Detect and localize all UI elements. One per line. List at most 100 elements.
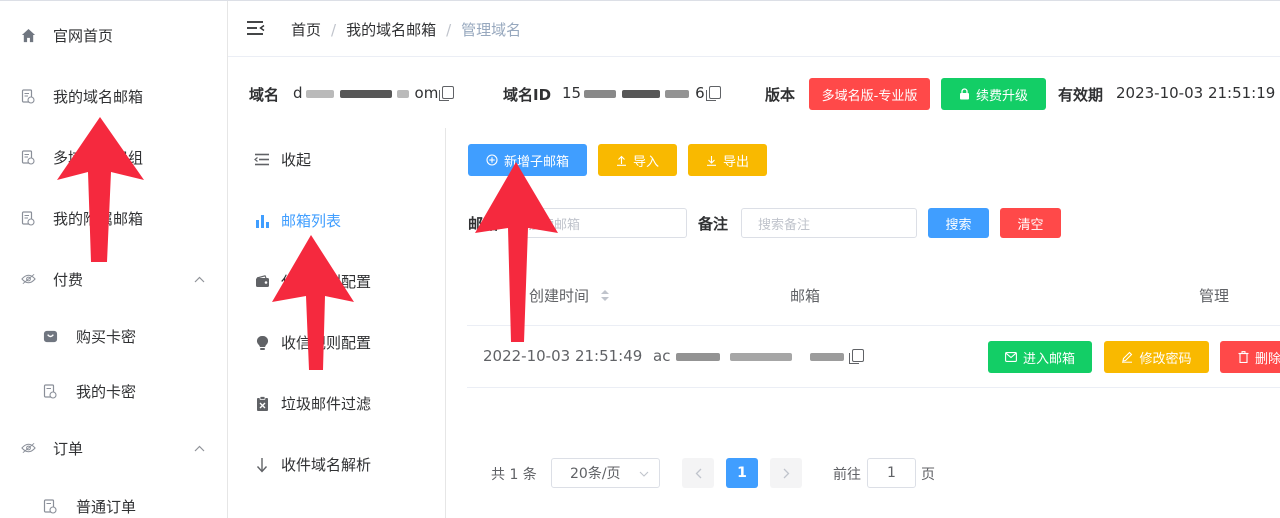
- domain-id-end: 6: [695, 84, 705, 102]
- copy-icon[interactable]: [705, 86, 721, 101]
- redacted-text: [665, 89, 690, 98]
- email-cell: ac: [653, 347, 865, 365]
- copy-icon[interactable]: [439, 86, 455, 101]
- enter-mailbox-button[interactable]: 进入邮箱: [988, 341, 1092, 373]
- bulb-icon: [254, 335, 270, 351]
- sidebar-item-normal-orders[interactable]: 普通订单: [0, 486, 227, 518]
- delete-label: 删除: [1255, 351, 1280, 367]
- chevron-up-icon: [194, 442, 205, 455]
- submenu-mailbox-list[interactable]: 邮箱列表: [228, 190, 445, 251]
- redacted-text: [305, 89, 334, 98]
- email-search-placeholder: 搜索邮箱: [528, 217, 581, 233]
- submenu-spam-filter[interactable]: 垃圾邮件过滤: [228, 373, 445, 434]
- domain-value-end: om: [414, 84, 439, 102]
- export-button[interactable]: 导出: [688, 144, 767, 176]
- sort-icon: [600, 290, 609, 301]
- sidebar-item-attached-mail[interactable]: 我的附属邮箱: [0, 198, 227, 238]
- domain-info-row: 域名 d om 域名ID 15 6 版本 多域名版-专业版 续费升级 有效期 202…: [228, 58, 1280, 128]
- prev-page-button[interactable]: [682, 458, 714, 488]
- doc-icon: [42, 383, 58, 399]
- column-header-manage: 管理: [1199, 287, 1230, 305]
- created-cell: 2022-10-03 21:51:49: [483, 347, 643, 365]
- menu-fold-icon[interactable]: [246, 19, 266, 37]
- submenu-domain-resolve[interactable]: 收件域名解析: [228, 434, 445, 495]
- sidebar-item-my-domain-mail[interactable]: 我的域名邮箱: [0, 76, 227, 116]
- sidebar-item-label: 购买卡密: [76, 327, 137, 346]
- change-password-button[interactable]: 修改密码: [1104, 341, 1209, 373]
- domain-id-label: 域名ID: [503, 86, 552, 104]
- submenu-label: 收信规则配置: [281, 334, 372, 352]
- annotation-arrow-add-button: [475, 162, 558, 342]
- sidebar-item-buy-card[interactable]: 购买卡密: [0, 316, 227, 356]
- delete-button[interactable]: 删除: [1220, 341, 1280, 373]
- add-sub-mailbox-button[interactable]: 新增子邮箱: [468, 144, 587, 176]
- email-search-input[interactable]: 搜索邮箱: [511, 208, 687, 238]
- edit-icon: [1122, 351, 1133, 363]
- copy-icon[interactable]: [849, 349, 865, 364]
- download-icon: [706, 155, 716, 166]
- redacted-text: [339, 89, 392, 98]
- bag-icon: [42, 328, 58, 344]
- import-button[interactable]: 导入: [598, 144, 677, 176]
- arrow-down-icon: [254, 457, 270, 473]
- breadcrumb-home[interactable]: 首页: [291, 19, 321, 40]
- submenu-collapse[interactable]: 收起: [228, 129, 445, 190]
- sidebar: 官网首页 我的域名邮箱 多域名付费组 我的附属邮箱 付费 购买卡密 我的卡密 订…: [0, 1, 228, 518]
- trash-icon: [1238, 351, 1249, 363]
- home-icon: [20, 27, 36, 43]
- column-header-created[interactable]: 创建时间: [529, 285, 610, 306]
- clear-button[interactable]: 清空: [1000, 208, 1061, 238]
- breadcrumb: 首页 / 我的域名邮箱 / 管理域名: [291, 19, 521, 40]
- doc-icon: [20, 149, 36, 165]
- search-button[interactable]: 搜索: [928, 208, 989, 238]
- redacted-text: [730, 352, 793, 361]
- clipboard-x-icon: [254, 395, 270, 412]
- doc-icon: [42, 498, 58, 514]
- breadcrumb-my-domain-mail[interactable]: 我的域名邮箱: [346, 19, 436, 40]
- email-filter-label: 邮箱: [468, 215, 499, 233]
- email-cell-start: ac: [653, 347, 671, 365]
- upload-icon: [616, 155, 626, 166]
- page-number-current[interactable]: 1: [726, 458, 758, 488]
- domain-id-value: 15 6: [562, 84, 721, 102]
- sidebar-item-label: 多域名付费组: [53, 148, 144, 167]
- domain-id-start: 15: [562, 84, 582, 102]
- breadcrumb-separator: /: [331, 20, 337, 39]
- sidebar-item-label: 订单: [53, 439, 84, 458]
- bar-chart-icon: [254, 213, 270, 229]
- sidebar-item-label: 普通订单: [76, 497, 137, 516]
- expiry-value: 2023-10-03 21:51:19: [1116, 84, 1276, 102]
- sidebar-item-label: 我的域名邮箱: [53, 87, 144, 106]
- note-search-placeholder: 搜索备注: [758, 217, 811, 233]
- domain-label: 域名: [249, 86, 280, 104]
- sidebar-group-payment[interactable]: 付费: [0, 259, 227, 299]
- page-size-select[interactable]: 20条/页: [551, 458, 660, 488]
- sidebar-item-my-card[interactable]: 我的卡密: [0, 371, 227, 411]
- renew-upgrade-button[interactable]: 续费升级: [941, 78, 1046, 110]
- note-search-input[interactable]: 搜索备注: [741, 208, 917, 238]
- wallet-icon: [254, 274, 270, 290]
- next-page-button[interactable]: [770, 458, 802, 488]
- sidebar-item-label: 付费: [53, 270, 84, 289]
- breadcrumb-separator: /: [446, 20, 452, 39]
- doc-icon: [20, 210, 36, 226]
- chevron-down-icon: [639, 471, 649, 477]
- submenu-collect-rules[interactable]: 代收规则配置: [228, 251, 445, 312]
- chevron-right-icon: [783, 468, 789, 478]
- table-divider: [467, 325, 1280, 326]
- pagination-total: 共 1 条: [491, 467, 537, 483]
- submenu-receive-rules[interactable]: 收信规则配置: [228, 312, 445, 373]
- goto-page-input[interactable]: 1: [867, 458, 916, 488]
- sidebar-group-orders[interactable]: 订单: [0, 428, 227, 468]
- import-label: 导入: [632, 154, 659, 170]
- submenu-label: 收起: [281, 151, 312, 169]
- submenu-label: 邮箱列表: [281, 212, 342, 230]
- enter-mailbox-label: 进入邮箱: [1022, 351, 1075, 367]
- domain-submenu: 收起 邮箱列表 代收规则配置 收信规则配置 垃圾邮件过滤 收件域名解析: [228, 128, 446, 518]
- redacted-text: [396, 89, 409, 98]
- table-divider: [467, 387, 1280, 388]
- sidebar-item-home[interactable]: 官网首页: [0, 15, 227, 55]
- add-label: 新增子邮箱: [503, 154, 569, 170]
- sidebar-item-multi-domain-group[interactable]: 多域名付费组: [0, 137, 227, 177]
- goto-label: 前往: [833, 467, 861, 483]
